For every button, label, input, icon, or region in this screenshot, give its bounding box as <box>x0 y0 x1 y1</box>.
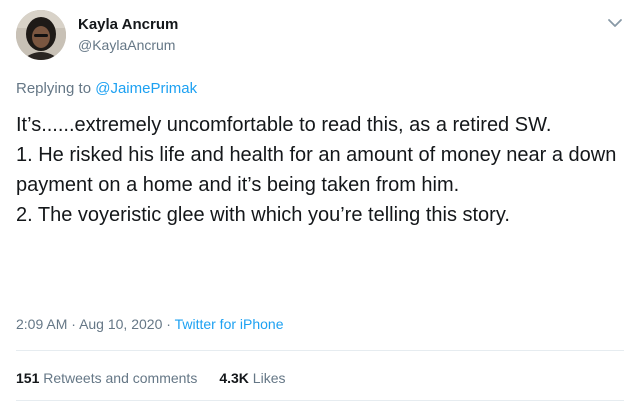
author-handle[interactable]: @KaylaAncrum <box>78 37 175 53</box>
replying-to-label: Replying to <box>16 80 92 97</box>
likes-label: Likes <box>252 370 286 386</box>
tweet-source[interactable]: Twitter for iPhone <box>175 316 284 332</box>
likes-count: 4.3K <box>219 370 249 386</box>
retweets-label: Retweets and comments <box>43 370 198 386</box>
meta-separator: · <box>71 316 76 332</box>
avatar-photo-icon <box>16 10 66 60</box>
chevron-down-icon[interactable] <box>606 14 624 32</box>
author-name[interactable]: Kayla Ancrum <box>78 16 178 33</box>
tweet-date[interactable]: Aug 10, 2020 <box>79 316 162 332</box>
avatar[interactable] <box>16 10 66 60</box>
tweet-text: It’s......extremely uncomfortable to rea… <box>16 110 628 230</box>
divider <box>16 350 624 351</box>
tweet-time[interactable]: 2:09 AM <box>16 316 67 332</box>
divider <box>16 400 624 401</box>
tweet-card: Kayla Ancrum @KaylaAncrum Replying to @J… <box>0 0 640 405</box>
tweet-line: 2. The voyeristic glee with which you’re… <box>16 204 510 226</box>
meta-separator: · <box>166 316 171 332</box>
tweet-meta: 2:09 AM · Aug 10, 2020 · Twitter for iPh… <box>16 316 284 332</box>
tweet-line: It’s......extremely uncomfortable to rea… <box>16 114 552 136</box>
replying-to: Replying to @JaimePrimak <box>16 80 197 97</box>
replying-to-link[interactable]: @JaimePrimak <box>95 80 197 97</box>
retweets-stat[interactable]: 151 Retweets and comments <box>16 370 197 386</box>
likes-stat[interactable]: 4.3K Likes <box>219 370 285 386</box>
retweets-count: 151 <box>16 370 40 386</box>
tweet-line: 1. He risked his life and health for an … <box>16 144 617 196</box>
tweet-stats: 151 Retweets and comments 4.3K Likes <box>16 370 285 386</box>
